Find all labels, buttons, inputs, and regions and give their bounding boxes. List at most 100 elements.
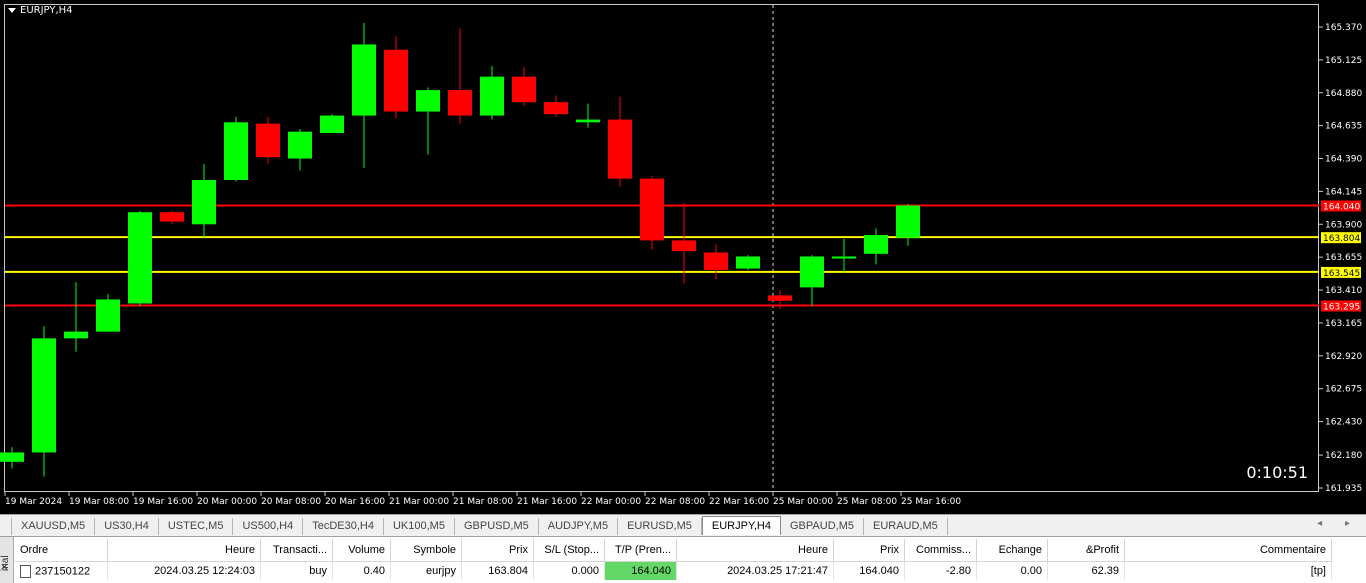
tab-us30[interactable]: US30,H4 — [95, 518, 159, 535]
bullish-candle — [896, 205, 920, 238]
price-axis-label: 162.920 — [1325, 352, 1362, 362]
chart-window[interactable]: 165.370 165.125 164.880 164.635 164.390 164.1… — [0, 0, 1366, 514]
bearish-candle — [768, 295, 792, 301]
table-header-row: Ordre Heure Transacti... Volume Symbole … — [15, 539, 1332, 562]
tab-tecde30[interactable]: TecDE30,H4 — [303, 518, 384, 535]
bullish-candle — [320, 115, 344, 134]
comment-cell: [tp] — [1124, 561, 1332, 580]
col-header-heure-close[interactable]: Heure — [676, 539, 834, 562]
bearish-candle — [384, 49, 408, 112]
swap-cell: 0.00 — [976, 561, 1048, 580]
col-header-prix-close[interactable]: Prix — [833, 539, 905, 562]
col-header-sl[interactable]: S/L (Stop... — [533, 539, 605, 562]
bearish-candle — [672, 240, 696, 252]
col-header-prix[interactable]: Prix — [461, 539, 534, 562]
price-axis-label: 162.180 — [1325, 451, 1362, 461]
time-axis-label: 21 Mar 16:00 — [517, 497, 577, 507]
time-axis-label: 25 Mar 16:00 — [901, 497, 961, 507]
order-document-icon — [20, 564, 31, 578]
bullish-candle — [736, 256, 760, 269]
close-time-cell: 2024.03.25 17:21:47 — [676, 561, 834, 580]
volume-cell: 0.40 — [332, 561, 391, 580]
price-level-label: 163.804 — [1323, 234, 1360, 244]
price-level-label: 164.040 — [1323, 202, 1360, 212]
col-header-volume[interactable]: Volume — [332, 539, 391, 562]
bullish-candle — [864, 235, 888, 254]
candlestick-chart[interactable]: 165.370 165.125 164.880 164.635 164.390 164.1… — [0, 0, 1366, 514]
bearish-candle — [448, 90, 472, 116]
col-header-commentaire[interactable]: Commentaire — [1124, 539, 1332, 562]
bullish-candle — [224, 122, 248, 180]
type-cell: buy — [260, 561, 333, 580]
col-header-tp[interactable]: T/P (Pren... — [604, 539, 677, 562]
time-axis-label: 20 Mar 16:00 — [325, 497, 385, 507]
col-header-profit[interactable]: &Profit — [1047, 539, 1125, 562]
tab-audjpy[interactable]: AUDJPY,M5 — [539, 518, 619, 535]
tab-spacer — [0, 518, 12, 535]
time-axis-label: 20 Mar 08:00 — [261, 497, 321, 507]
tab-ustec[interactable]: USTEC,M5 — [159, 518, 234, 535]
orders-table: Ordre Heure Transacti... Volume Symbole … — [15, 539, 1332, 580]
bullish-candle — [32, 338, 56, 453]
close-price-cell: 164.040 — [833, 561, 905, 580]
candle-countdown-timer: 0:10:51 — [1246, 463, 1308, 482]
table-row[interactable]: 237150122 2024.03.25 12:24:03 buy 0.40 e… — [15, 561, 1332, 580]
price-axis-label: 163.655 — [1325, 253, 1362, 263]
bullish-candle — [0, 452, 24, 462]
col-header-commission[interactable]: Commiss... — [904, 539, 977, 562]
commission-cell: -2.80 — [904, 561, 977, 580]
bearish-candle — [544, 102, 568, 115]
terminal-side-label[interactable]: ✕ inal — [0, 537, 14, 583]
tab-eurusd[interactable]: EURUSD,M5 — [618, 518, 702, 535]
bullish-candle — [352, 44, 376, 116]
tab-scroll-arrows-icon[interactable]: ◂ ▸ — [1317, 518, 1360, 529]
col-header-ordre[interactable]: Ordre — [15, 539, 108, 562]
bearish-candle — [256, 123, 280, 158]
bearish-candle — [640, 178, 664, 241]
price-axis-label: 161.935 — [1325, 484, 1362, 494]
sl-cell: 0.000 — [533, 561, 605, 580]
tab-xauusd[interactable]: XAUUSD,M5 — [12, 518, 96, 535]
order-id-cell: 237150122 — [15, 561, 108, 580]
time-axis-label: 19 Mar 08:00 — [69, 497, 129, 507]
price-level-label: 163.295 — [1323, 302, 1360, 312]
price-axis-label: 163.900 — [1325, 220, 1362, 230]
time-axis-label: 22 Mar 16:00 — [709, 497, 769, 507]
bullish-candle — [800, 256, 824, 288]
bullish-candle — [480, 76, 504, 116]
tab-gbpaud[interactable]: GBPAUD,M5 — [781, 518, 864, 535]
bullish-candle — [192, 179, 216, 225]
tab-uk100[interactable]: UK100,M5 — [384, 518, 455, 535]
col-header-symbole[interactable]: Symbole — [390, 539, 462, 562]
price-axis-label: 163.165 — [1325, 319, 1362, 329]
time-axis-label: 21 Mar 00:00 — [389, 497, 449, 507]
col-header-echange[interactable]: Echange — [976, 539, 1048, 562]
bullish-candle — [96, 299, 120, 332]
time-axis-label: 22 Mar 08:00 — [645, 497, 705, 507]
symbol-cell: eurjpy — [390, 561, 462, 580]
bullish-candle — [128, 212, 152, 304]
tp-cell: 164.040 — [604, 561, 677, 580]
price-axis-label: 165.125 — [1325, 56, 1362, 66]
time-axis-label: 19 Mar 2024 — [5, 497, 62, 507]
dropdown-triangle-icon[interactable] — [8, 8, 16, 13]
bullish-candle — [576, 119, 600, 123]
bearish-candle — [160, 212, 184, 222]
symbol-tabs-bar: XAUUSD,M5 US30,H4 USTEC,M5 US500,H4 TecD… — [0, 514, 1366, 535]
bearish-candle — [608, 119, 632, 179]
open-time-cell: 2024.03.25 12:24:03 — [107, 561, 261, 580]
tab-gbpusd[interactable]: GBPUSD,M5 — [455, 518, 539, 535]
price-axis-label: 164.635 — [1325, 122, 1362, 132]
order-id: 237150122 — [35, 564, 91, 577]
price-level-label: 163.545 — [1323, 269, 1360, 279]
bullish-candle — [832, 256, 856, 259]
tab-eurjpy[interactable]: EURJPY,H4 — [701, 516, 781, 535]
price-axis-label: 163.410 — [1325, 286, 1362, 296]
bullish-candle — [416, 90, 440, 112]
tab-euraud[interactable]: EURAUD,M5 — [864, 518, 948, 535]
time-axis-label: 19 Mar 16:00 — [133, 497, 193, 507]
col-header-transaction[interactable]: Transacti... — [260, 539, 333, 562]
price-axis-label: 162.430 — [1325, 418, 1362, 428]
col-header-heure[interactable]: Heure — [107, 539, 261, 562]
tab-us500[interactable]: US500,H4 — [233, 518, 304, 535]
